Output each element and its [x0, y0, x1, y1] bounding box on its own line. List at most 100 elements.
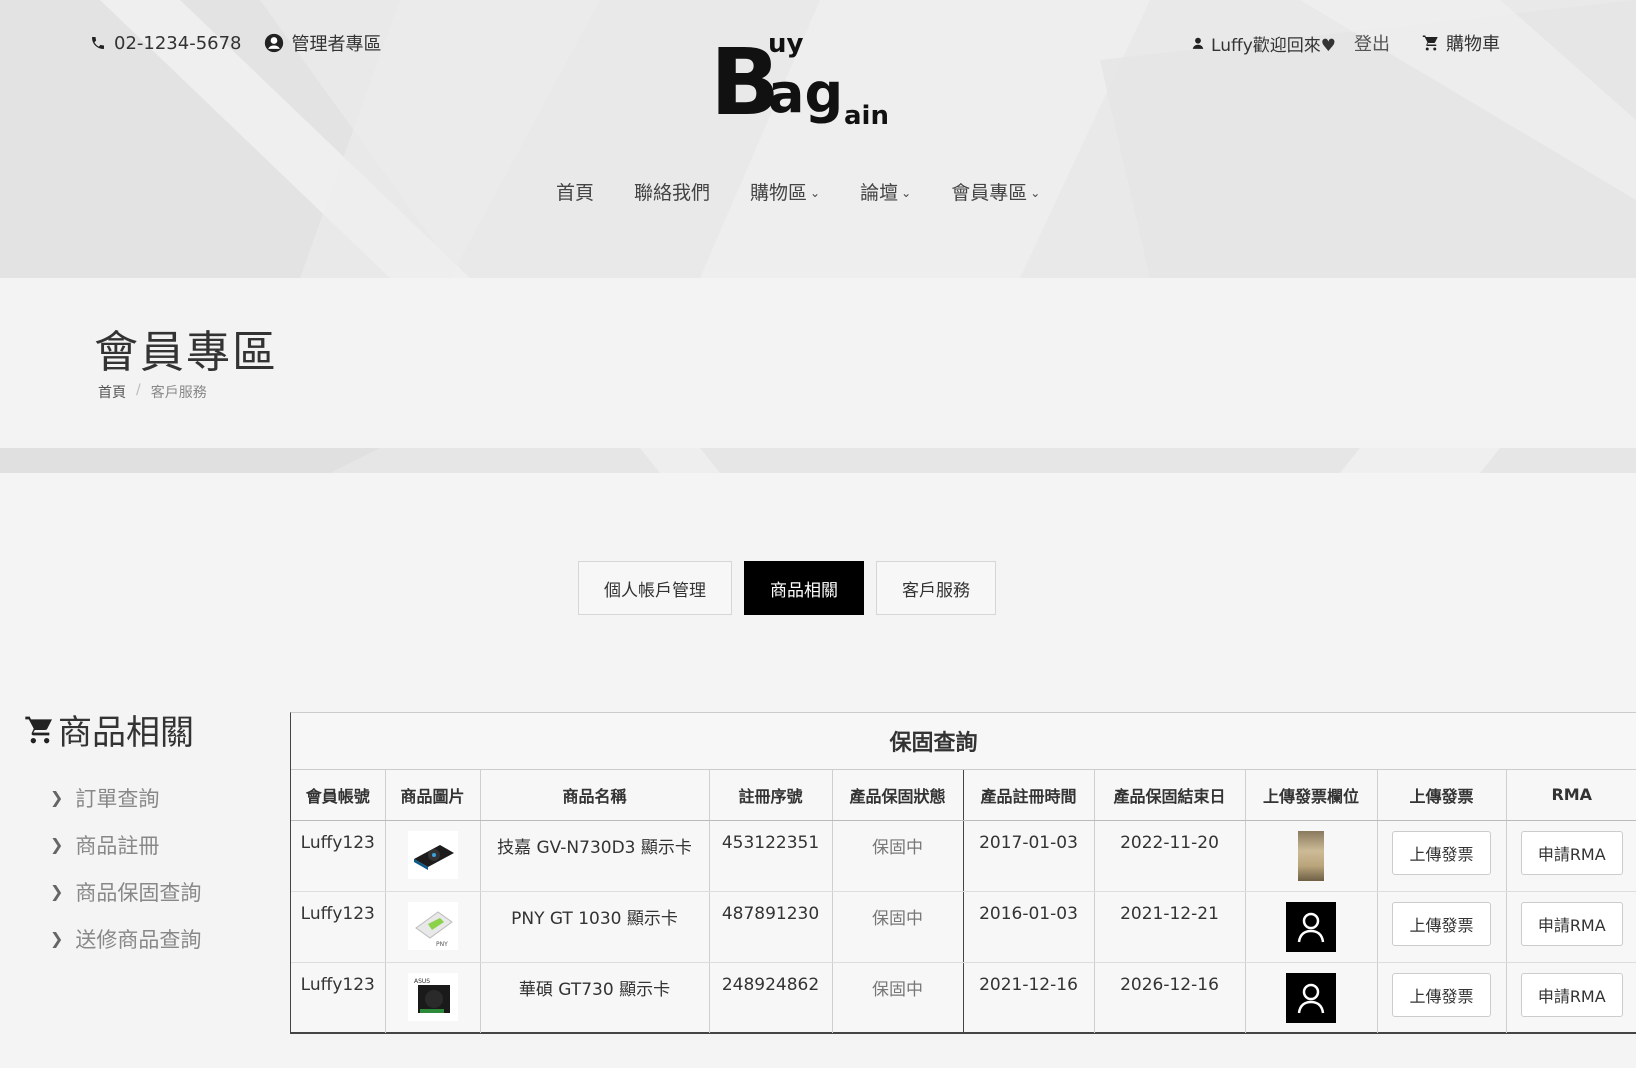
stripe-pattern	[0, 448, 1500, 473]
apply-rma-button[interactable]: 申請RMA	[1520, 972, 1623, 1017]
nav-contact-label: 聯絡我們	[634, 182, 711, 204]
sidebar-item-repair-query[interactable]: ❯ 送修商品查詢	[50, 915, 274, 962]
admin-area-link[interactable]: 管理者專區	[264, 30, 382, 56]
sidebar-title-text: 商品相關	[58, 713, 194, 753]
col-header-reg-date: 產品註冊時間	[963, 770, 1095, 821]
logo-ag: ag	[768, 62, 843, 125]
apply-rma-button[interactable]: 申請RMA	[1520, 901, 1623, 946]
cell-invoice	[1245, 820, 1378, 892]
topbar-right: Luffy歡迎回來♥ 登出 購物車	[1191, 30, 1500, 56]
chevron-down-icon: ⌄	[810, 185, 821, 200]
tab-customer-service[interactable]: 客戶服務	[876, 561, 996, 615]
breadcrumb-current: 客戶服務	[150, 385, 207, 401]
upload-invoice-button[interactable]: 上傳發票	[1392, 901, 1491, 946]
default-avatar-placeholder[interactable]	[1286, 972, 1336, 1023]
cell-upload: 上傳發票	[1377, 962, 1507, 1033]
invoice-thumbnail[interactable]	[1298, 830, 1324, 881]
user-outline-icon	[1297, 983, 1325, 1013]
breadcrumb-separator: /	[136, 382, 141, 398]
graphics-card-image: ASUS	[414, 978, 450, 1013]
phone-contact[interactable]: 02-1234-5678	[90, 33, 242, 54]
cell-account: Luffy123	[291, 891, 386, 963]
sidebar-item-label: 商品保固查詢	[75, 880, 202, 905]
tab-customer-service-label: 客戶服務	[902, 580, 970, 601]
svg-text:ASUS: ASUS	[414, 978, 430, 985]
upload-invoice-button[interactable]: 上傳發票	[1392, 830, 1491, 875]
col-header-upload: 上傳發票	[1377, 770, 1507, 821]
logout-label: 登出	[1354, 34, 1390, 55]
cell-serial: 453122351	[709, 820, 833, 892]
cart-icon	[1422, 35, 1438, 51]
cell-invoice	[1245, 891, 1378, 963]
col-header-invoice-field: 上傳發票欄位	[1245, 770, 1378, 821]
nav-shop[interactable]: 購物區 ⌄	[750, 178, 820, 205]
site-header: 02-1234-5678 管理者專區 B uy ag ain Luffy歡迎回來…	[0, 0, 1636, 278]
sidebar-item-product-registration[interactable]: ❯ 商品註冊	[50, 821, 274, 868]
table-row: Luffy123 技嘉 GV-N730D3 顯示卡 453122351 保固中 …	[291, 820, 1636, 892]
logo-ain: ain	[844, 101, 889, 131]
cell-account: Luffy123	[291, 820, 386, 892]
sidebar-menu: ❯ 訂單查詢 ❯ 商品註冊 ❯ 商品保固查詢 ❯ 送修商品查詢	[50, 774, 274, 962]
nav-shop-label: 購物區	[750, 182, 808, 204]
phone-icon	[92, 37, 104, 49]
breadcrumb-home[interactable]: 首頁	[98, 382, 126, 402]
nav-home[interactable]: 首頁	[556, 178, 594, 205]
cell-serial: 248924862	[709, 962, 833, 1033]
cell-reg-date: 2021-12-16	[963, 962, 1095, 1033]
product-image-asus-card[interactable]: ASUS	[407, 972, 458, 1021]
tab-product-related-label: 商品相關	[770, 580, 838, 601]
table-row: Luffy123 ASUS 華碩 GT730 顯示卡 248924862 保固中…	[291, 962, 1636, 1033]
sidebar-item-order-query[interactable]: ❯ 訂單查詢	[50, 774, 274, 821]
cell-upload: 上傳發票	[1377, 820, 1507, 892]
admin-area-label: 管理者專區	[291, 34, 382, 55]
product-image-gigabyte-card[interactable]	[407, 830, 458, 879]
cell-invoice	[1245, 962, 1378, 1033]
cart-icon	[25, 716, 52, 743]
nav-forum[interactable]: 論壇 ⌄	[860, 178, 911, 205]
topbar-left: 02-1234-5678 管理者專區	[90, 30, 382, 56]
table-header-row: 會員帳號 商品圖片 商品名稱 註冊序號 產品保固狀態 產品註冊時間 產品保固結束…	[291, 770, 1636, 821]
sidebar-item-label: 商品註冊	[75, 833, 160, 858]
cell-status: 保固中	[832, 962, 964, 1033]
cell-end-date: 2022-11-20	[1094, 820, 1246, 892]
chevron-down-icon: ⌄	[901, 185, 912, 200]
tab-product-related[interactable]: 商品相關	[744, 561, 864, 615]
cell-product-name: PNY GT 1030 顯示卡	[480, 891, 710, 963]
user-circle-icon	[264, 33, 283, 53]
user-outline-icon	[1297, 912, 1325, 942]
logo-uy: uy	[768, 29, 804, 59]
col-header-rma: RMA	[1506, 770, 1636, 821]
product-image-pny-card[interactable]: PNY	[407, 901, 458, 950]
nav-member[interactable]: 會員專區 ⌄	[951, 178, 1040, 205]
decorative-stripe	[0, 448, 1636, 473]
sidebar-item-warranty-query[interactable]: ❯ 商品保固查詢	[50, 868, 274, 915]
sidebar-item-label: 訂單查詢	[75, 786, 160, 811]
col-header-account: 會員帳號	[291, 770, 386, 821]
nav-home-label: 首頁	[556, 182, 595, 204]
svg-text:PNY: PNY	[436, 941, 448, 948]
cell-serial: 487891230	[709, 891, 833, 963]
buybargain-logo[interactable]: B uy ag ain	[710, 28, 900, 138]
page-title-band: 會員專區 首頁 / 客戶服務	[0, 278, 1636, 448]
sidebar-title: 商品相關	[24, 705, 274, 754]
col-header-serial: 註冊序號	[709, 770, 833, 821]
cart-label: 購物車	[1446, 34, 1500, 55]
chevron-right-icon: ❯	[50, 929, 64, 948]
cell-image: PNY	[385, 891, 481, 963]
user-greeting[interactable]: Luffy歡迎回來♥	[1191, 31, 1336, 56]
cart-link[interactable]: 購物車	[1422, 30, 1500, 56]
logo-graphic: B uy ag ain	[710, 29, 889, 136]
chevron-right-icon: ❯	[50, 882, 64, 901]
logout-link[interactable]: 登出	[1354, 30, 1390, 56]
tab-account-management[interactable]: 個人帳戶管理	[578, 561, 732, 615]
main-navigation: 首頁 聯絡我們 購物區 ⌄ 論壇 ⌄ 會員專區 ⌄	[556, 178, 1040, 205]
warranty-panel-title: 保固查詢	[291, 713, 1636, 770]
cell-product-name: 華碩 GT730 顯示卡	[480, 962, 710, 1033]
upload-invoice-button[interactable]: 上傳發票	[1392, 972, 1491, 1017]
default-avatar-placeholder[interactable]	[1286, 901, 1336, 952]
chevron-right-icon: ❯	[50, 788, 64, 807]
apply-rma-button[interactable]: 申請RMA	[1520, 830, 1623, 875]
col-header-status: 產品保固狀態	[832, 770, 964, 821]
phone-number: 02-1234-5678	[114, 32, 242, 54]
nav-contact[interactable]: 聯絡我們	[634, 178, 710, 205]
